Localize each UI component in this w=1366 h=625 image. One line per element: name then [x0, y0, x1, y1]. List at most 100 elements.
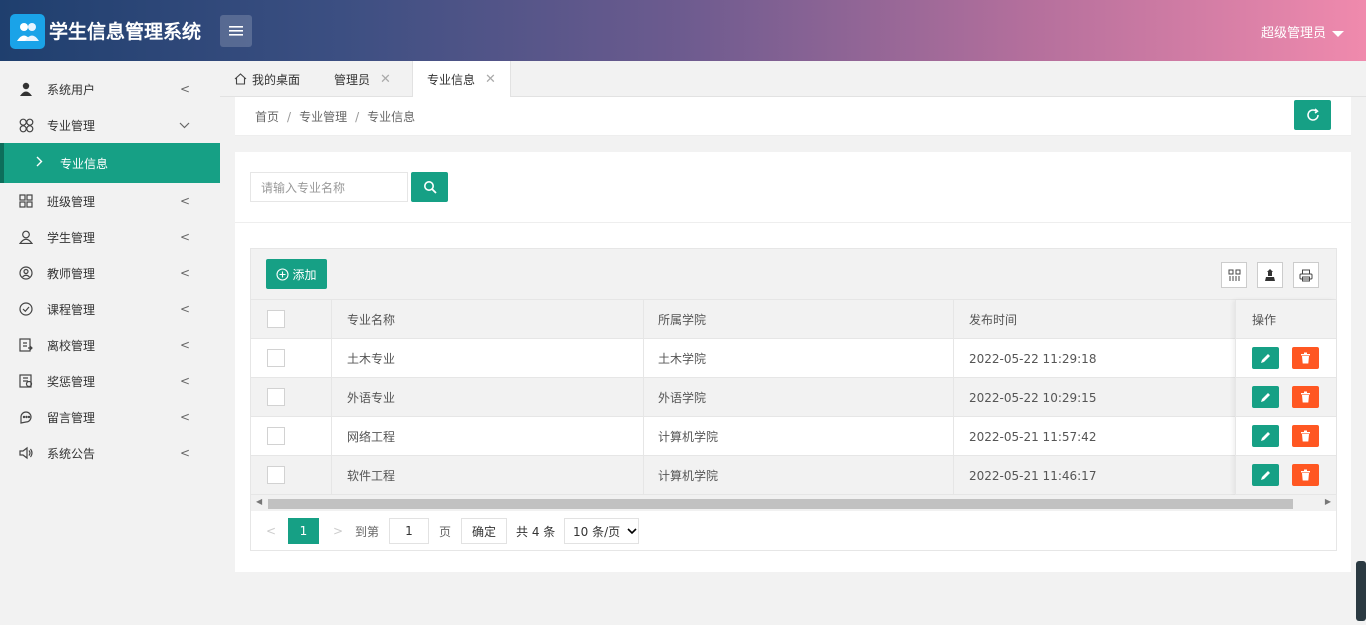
column-divider — [331, 300, 332, 339]
top-header: 学生信息管理系统 超级管理员 — [0, 0, 1366, 61]
menu-toggle-button[interactable] — [220, 15, 252, 47]
trash-icon — [1301, 430, 1310, 442]
print-icon — [1299, 269, 1313, 281]
cell-college: 计算机学院 — [658, 469, 719, 483]
trash-icon — [1301, 391, 1310, 403]
confirm-button[interactable]: 确定 — [461, 518, 507, 544]
delete-button[interactable] — [1292, 425, 1319, 447]
edit-button[interactable] — [1252, 386, 1279, 408]
tab-bar: 我的桌面 管理员 ✕ 专业信息 ✕ — [220, 61, 1366, 98]
sidebar-item-award-management[interactable]: 奖惩管理 < — [0, 363, 220, 399]
cell-college: 外语学院 — [658, 391, 707, 405]
column-divider — [643, 378, 644, 417]
leave-icon — [18, 337, 34, 353]
edit-button[interactable] — [1252, 347, 1279, 369]
breadcrumb-major-management[interactable]: 专业管理 — [299, 110, 347, 124]
chevron-left-icon: < — [179, 410, 190, 424]
tab-my-desktop[interactable]: 我的桌面 — [234, 61, 300, 97]
speaker-icon — [18, 445, 34, 461]
chevron-down-icon — [179, 118, 190, 132]
pencil-icon — [1261, 392, 1270, 402]
breadcrumb-home[interactable]: 首页 — [255, 110, 279, 124]
actions-cell — [1236, 378, 1336, 417]
row-checkbox[interactable] — [267, 466, 285, 484]
sidebar-item-label: 奖惩管理 — [47, 374, 96, 389]
columns-icon — [1228, 269, 1240, 281]
chevron-left-icon: < — [179, 338, 190, 352]
scroll-left-arrow-icon[interactable]: ◀ — [256, 497, 262, 506]
sidebar-item-message-management[interactable]: 留言管理 < — [0, 399, 220, 435]
column-divider — [643, 456, 644, 495]
print-button[interactable] — [1293, 262, 1319, 288]
cell-major-name: 网络工程 — [347, 430, 396, 444]
cell-publish-time: 2022-05-21 11:46:17 — [969, 468, 1097, 483]
award-icon — [18, 373, 34, 389]
current-page[interactable]: 1 — [288, 518, 319, 544]
delete-button[interactable] — [1292, 347, 1319, 369]
export-button[interactable] — [1257, 262, 1283, 288]
sidebar-item-system-users[interactable]: 系统用户 < — [0, 71, 220, 107]
header-college: 所属学院 — [658, 313, 707, 327]
delete-button[interactable] — [1292, 464, 1319, 486]
sidebar-item-label: 离校管理 — [47, 338, 96, 353]
chevron-right-icon — [36, 156, 43, 171]
main-panel: 请输入专业名称 添加 专业名称 所属学院 发布时间 土木专业 土木学院 2022… — [235, 152, 1351, 572]
table-header: 专业名称 所属学院 发布时间 操作 — [251, 300, 1336, 339]
select-all-checkbox[interactable] — [267, 310, 285, 328]
page-input[interactable]: 1 — [389, 518, 429, 544]
sidebar-item-course-management[interactable]: 课程管理 < — [0, 291, 220, 327]
sidebar-item-major-info[interactable]: 专业信息 — [0, 143, 220, 183]
logo-icon — [16, 22, 39, 41]
column-divider — [953, 456, 954, 495]
refresh-button[interactable] — [1294, 100, 1331, 130]
pencil-icon — [1261, 470, 1270, 480]
prev-page-icon[interactable]: < — [266, 518, 276, 544]
delete-button[interactable] — [1292, 386, 1319, 408]
tab-admin[interactable]: 管理员 ✕ — [334, 61, 391, 97]
column-divider — [953, 339, 954, 378]
logo — [10, 14, 45, 49]
chevron-left-icon: < — [179, 374, 190, 388]
message-icon — [18, 409, 34, 425]
columns-filter-button[interactable] — [1221, 262, 1247, 288]
divider — [235, 222, 1351, 223]
breadcrumb-separator: / — [287, 110, 292, 124]
floating-widget[interactable] — [1356, 561, 1366, 621]
edit-button[interactable] — [1252, 425, 1279, 447]
tab-major-info[interactable]: 专业信息 ✕ — [412, 61, 511, 98]
row-checkbox[interactable] — [267, 349, 285, 367]
edit-button[interactable] — [1252, 464, 1279, 486]
sidebar-item-leave-management[interactable]: 离校管理 < — [0, 327, 220, 363]
sidebar-item-class-management[interactable]: 班级管理 < — [0, 183, 220, 219]
sidebar-item-label: 教师管理 — [47, 266, 96, 281]
table-toolbar: 添加 — [251, 249, 1336, 300]
sidebar-item-major-management[interactable]: 专业管理 — [0, 107, 220, 143]
scroll-right-arrow-icon[interactable]: ▶ — [1325, 497, 1331, 506]
scroll-thumb[interactable] — [268, 499, 1293, 509]
chevron-left-icon: < — [179, 82, 190, 96]
add-button[interactable]: 添加 — [266, 259, 327, 289]
search-button[interactable] — [411, 172, 448, 202]
refresh-icon — [1306, 108, 1319, 121]
add-label: 添加 — [292, 267, 317, 282]
sidebar-item-system-notice[interactable]: 系统公告 < — [0, 435, 220, 471]
page-size-select[interactable]: 10 条/页 — [564, 518, 639, 544]
cell-publish-time: 2022-05-21 11:57:42 — [969, 429, 1097, 444]
sidebar-item-student-management[interactable]: 学生管理 < — [0, 219, 220, 255]
column-divider — [953, 300, 954, 339]
row-checkbox[interactable] — [267, 388, 285, 406]
search-input[interactable]: 请输入专业名称 — [250, 172, 408, 202]
sidebar-item-teacher-management[interactable]: 教师管理 < — [0, 255, 220, 291]
trash-icon — [1301, 352, 1310, 364]
close-icon[interactable]: ✕ — [485, 72, 496, 87]
next-page-icon[interactable]: > — [333, 518, 343, 544]
horizontal-scrollbar[interactable]: ◀ ▶ — [251, 495, 1336, 511]
user-name: 超级管理员 — [1260, 26, 1326, 41]
user-menu[interactable]: 超级管理员 — [1261, 22, 1344, 41]
actions-cell — [1236, 456, 1336, 495]
breadcrumb: 首页 / 专业管理 / 专业信息 — [255, 108, 415, 125]
close-icon[interactable]: ✕ — [380, 72, 391, 87]
row-checkbox[interactable] — [267, 427, 285, 445]
actions-column: 操作 — [1235, 300, 1336, 495]
total-count: 共 4 条 — [516, 524, 556, 539]
